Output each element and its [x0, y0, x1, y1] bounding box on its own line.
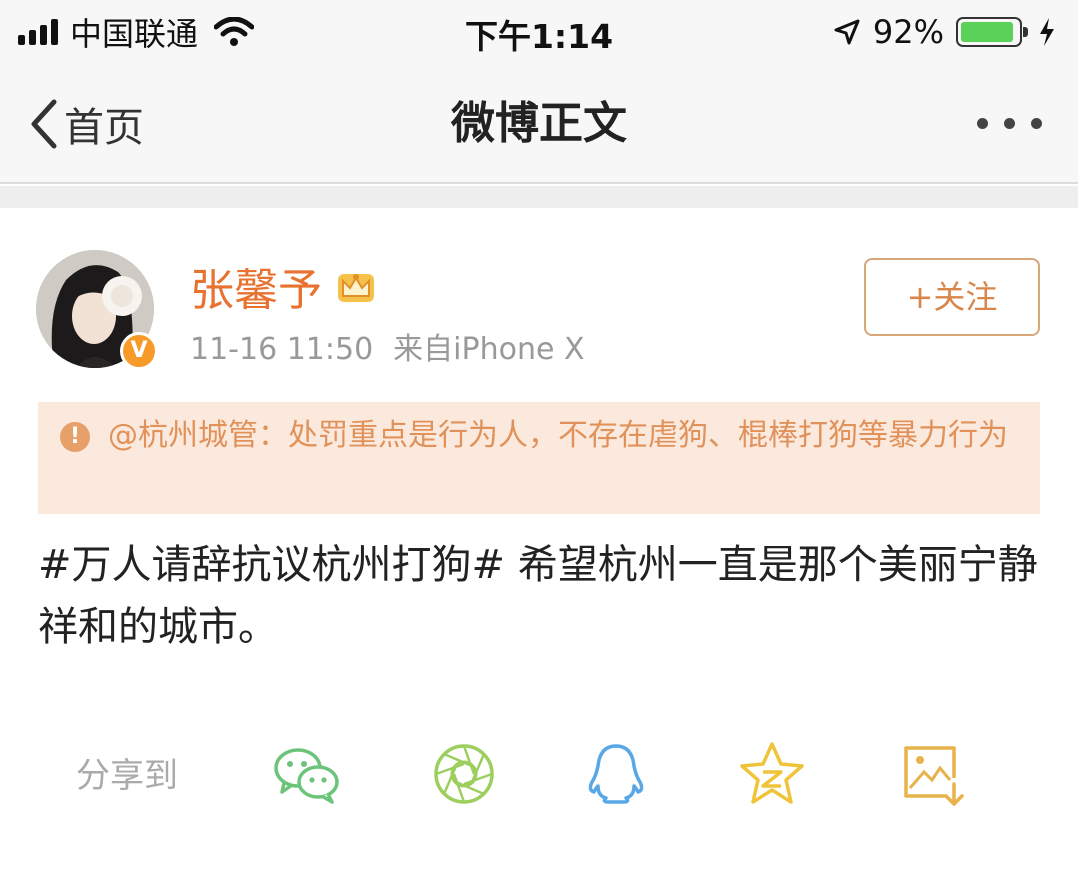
save-image-icon[interactable]	[896, 738, 968, 810]
verified-badge-icon: V	[120, 332, 158, 370]
post-meta: 11-16 11:50 来自iPhone X	[190, 324, 585, 368]
post-content: #万人请辞抗议杭州打狗# 希望杭州一直是那个美丽宁静祥和的城市。	[38, 542, 1038, 650]
exclamation-icon: !	[60, 422, 90, 452]
share-row: 分享到	[0, 728, 1078, 818]
post-source: 来自iPhone X	[393, 332, 585, 367]
qq-icon[interactable]	[580, 738, 652, 810]
section-divider	[0, 186, 1078, 208]
username-row: 张馨予	[190, 254, 378, 318]
location-arrow-icon	[834, 19, 860, 45]
status-bar-right: 92%	[833, 10, 1056, 54]
battery-level	[961, 22, 1013, 42]
notice-banner[interactable]: ! @杭州城管：处罚重点是行为人，不存在虐狗、棍棒打狗等暴力行为	[38, 402, 1040, 514]
follow-button[interactable]: +关注	[864, 258, 1040, 336]
qzone-icon[interactable]	[736, 738, 808, 810]
moments-icon[interactable]	[428, 738, 500, 810]
page-title: 微博正文	[451, 98, 627, 149]
post-timestamp: 11-16 11:50	[190, 332, 374, 367]
wechat-icon[interactable]	[270, 738, 342, 810]
more-dot	[1031, 118, 1042, 129]
avatar[interactable]: V	[36, 250, 158, 370]
username[interactable]: 张馨予	[190, 254, 322, 318]
weibo-post: V 张馨予 11-16 11:50 来自iPhone X +关注 ! @杭州城管：…	[0, 208, 1078, 884]
more-options-button[interactable]	[977, 108, 1042, 139]
more-dot	[977, 118, 988, 129]
share-label: 分享到	[76, 756, 178, 796]
battery-percent: 92%	[872, 13, 944, 51]
navigation-bar: 首页 微博正文	[0, 64, 1078, 184]
battery-icon	[956, 17, 1028, 47]
status-bar: 中国联通 下午1:14 92%	[0, 0, 1078, 64]
charging-bolt-icon	[1040, 18, 1054, 46]
more-dot	[1004, 118, 1015, 129]
notice-text: @杭州城管：处罚重点是行为人，不存在虐狗、棍棒打狗等暴力行为	[108, 418, 1008, 453]
crown-icon	[338, 274, 374, 302]
